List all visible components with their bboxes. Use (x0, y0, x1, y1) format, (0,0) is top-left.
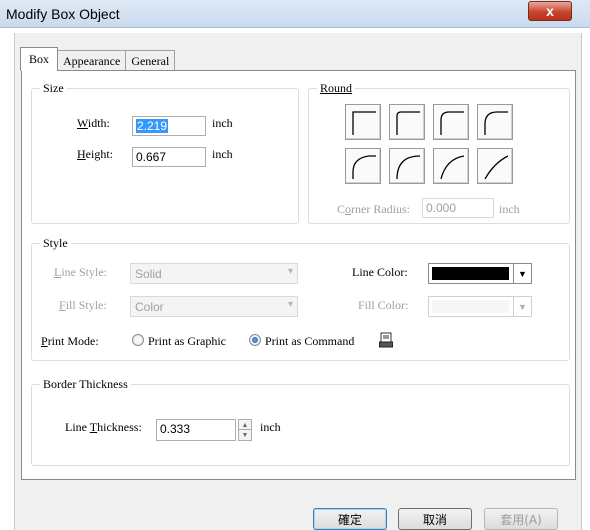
wide-round-corner-icon (352, 155, 376, 179)
line-thickness-unit: inch (260, 420, 281, 434)
corner-radius-value: 0.000 (426, 201, 457, 215)
height-unit: inch (212, 147, 233, 161)
tab-appearance[interactable]: Appearance (57, 50, 127, 71)
fill-color-swatch (432, 300, 509, 313)
tab-box[interactable]: Box (20, 47, 59, 71)
fill-color-picker[interactable]: ▼ (428, 296, 532, 317)
corner-style-7-button[interactable] (433, 148, 469, 184)
line-thickness-value: 0.333 (160, 422, 191, 436)
corner-style-5-button[interactable] (345, 148, 381, 184)
tab-general[interactable]: General (125, 50, 176, 71)
tab-bar: Box Appearance General (20, 47, 176, 71)
fill-style-label: Fill Style: (59, 298, 107, 312)
line-style-value: Solid (135, 267, 162, 281)
line-color-label: Line Color: (352, 265, 408, 279)
line-color-picker[interactable]: ▼ (428, 263, 532, 284)
corner-radius-label: Corner Radius: (337, 202, 411, 216)
window-title: Modify Box Object (6, 6, 120, 22)
arc-corner-icon (396, 155, 420, 179)
print-mode-label: Print Mode: (41, 334, 99, 348)
line-style-label: Line Style: (54, 265, 108, 279)
size-group-title: Size (40, 81, 67, 96)
print-as-command-radio[interactable] (249, 334, 261, 346)
round-group-title: Round (317, 81, 356, 96)
chevron-down-icon: ▼ (513, 264, 531, 283)
chevron-down-icon: ▾ (287, 299, 293, 310)
spin-down-icon[interactable]: ▼ (239, 430, 251, 440)
chevron-down-icon: ▼ (513, 297, 531, 316)
corner-style-8-button[interactable] (477, 148, 513, 184)
small-round-corner-icon (396, 111, 420, 135)
modify-box-dialog: Modify Box Object x Box Appearance Gener… (0, 0, 590, 530)
corner-style-4-button[interactable] (477, 104, 513, 140)
title-bar[interactable]: Modify Box Object x (0, 0, 590, 28)
chevron-down-icon: ▾ (287, 266, 293, 277)
spin-up-icon[interactable]: ▲ (239, 420, 251, 430)
corner-style-1-button[interactable] (345, 104, 381, 140)
line-style-select[interactable]: Solid ▾ (130, 263, 298, 284)
ok-button[interactable]: 確定 (313, 508, 387, 530)
medium-round-corner-icon (440, 111, 464, 135)
corner-radius-input[interactable]: 0.000 (422, 198, 494, 218)
corner-style-3-button[interactable] (433, 104, 469, 140)
width-label-rest: idth: (87, 116, 110, 130)
line-thickness-spinner[interactable]: ▲ ▼ (238, 419, 252, 441)
border-thickness-title: Border Thickness (40, 377, 131, 392)
close-icon: x (546, 3, 554, 19)
width-value: 2.219 (136, 119, 169, 133)
height-label-rest: eight: (85, 147, 113, 161)
print-as-graphic-label[interactable]: Print as Graphic (148, 334, 226, 349)
line-thickness-label: Line Thickness: (65, 420, 142, 434)
corner-style-6-button[interactable] (389, 148, 425, 184)
fill-style-value: Color (135, 300, 164, 314)
print-as-graphic-radio[interactable] (132, 334, 144, 346)
box-tab-panel: Size Width: 2.219 inch Height: 0.667 inc… (21, 70, 576, 480)
corner-style-2-button[interactable] (389, 104, 425, 140)
corner-radius-unit: inch (499, 202, 520, 216)
style-group-title: Style (40, 236, 71, 251)
printer-icon (379, 332, 393, 348)
width-label: Width: (77, 116, 110, 130)
print-as-command-label[interactable]: Print as Command (265, 334, 354, 349)
width-unit: inch (212, 116, 233, 130)
height-label: Height: (77, 147, 113, 161)
fill-color-label: Fill Color: (358, 298, 409, 312)
square-corner-icon (352, 111, 376, 135)
line-thickness-input[interactable]: 0.333 (156, 419, 236, 441)
width-input[interactable]: 2.219 (132, 116, 206, 136)
height-value: 0.667 (136, 150, 167, 164)
close-button[interactable]: x (528, 1, 572, 21)
shallow-arc-corner-icon (440, 155, 464, 179)
height-input[interactable]: 0.667 (132, 147, 206, 167)
line-color-swatch (432, 267, 509, 280)
diagonal-arc-corner-icon (484, 155, 508, 179)
cancel-button[interactable]: 取消 (398, 508, 472, 530)
apply-button[interactable]: 套用(A) (484, 508, 558, 530)
fill-style-select[interactable]: Color ▾ (130, 296, 298, 317)
large-round-corner-icon (484, 111, 508, 135)
